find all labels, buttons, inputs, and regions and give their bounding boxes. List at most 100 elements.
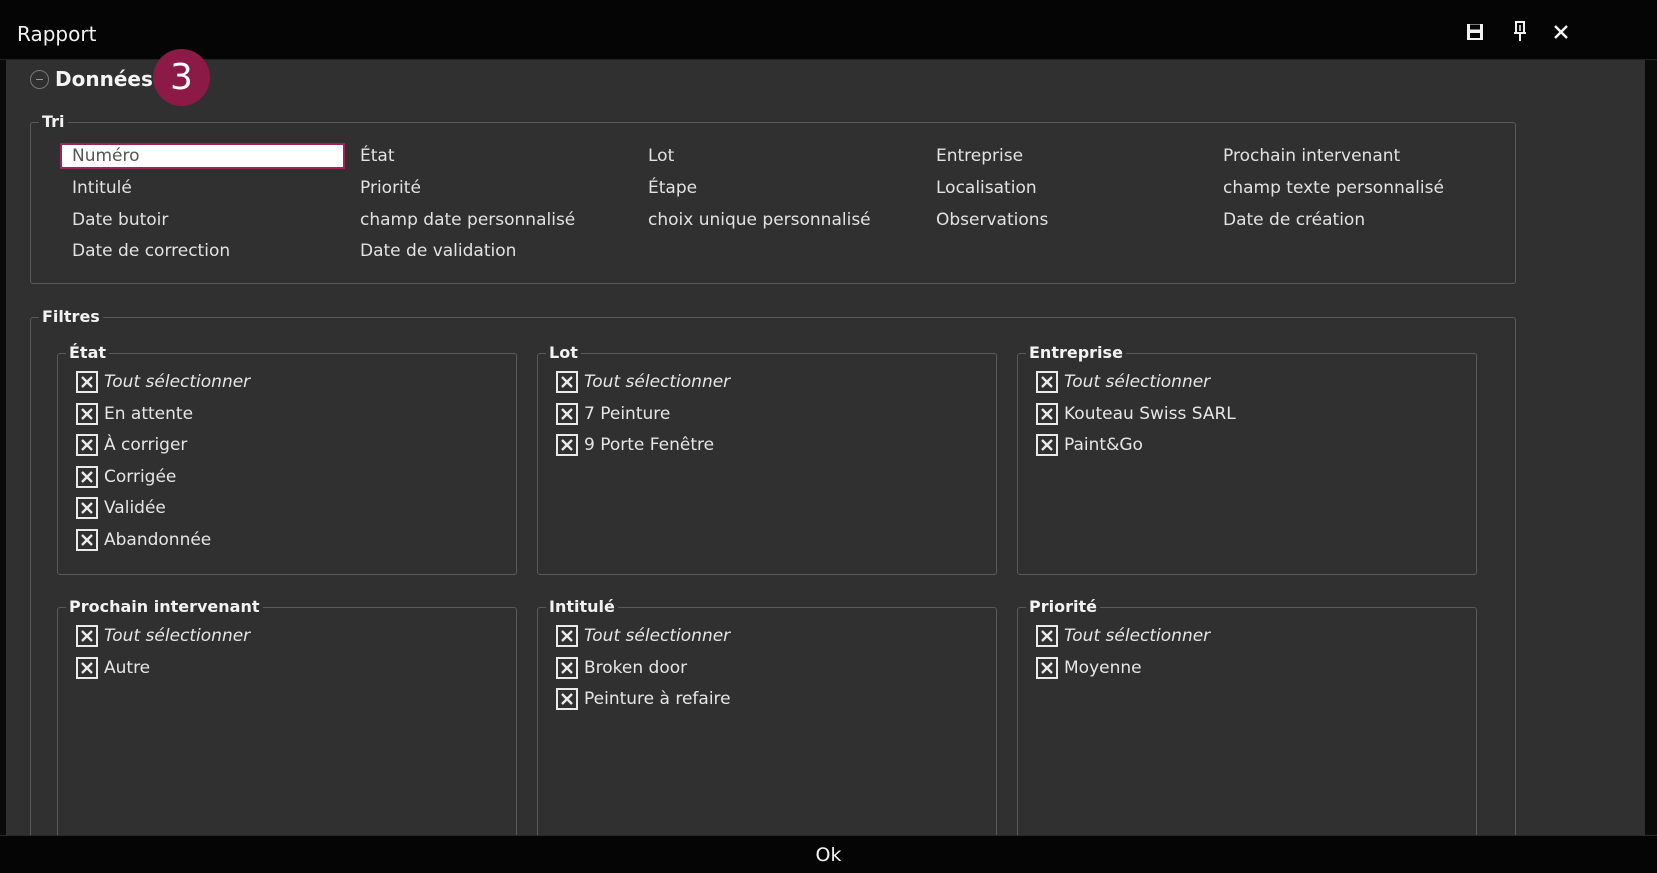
sort-option[interactable]: Observations bbox=[936, 207, 1048, 233]
sort-option[interactable]: Intitulé bbox=[72, 175, 132, 201]
filter-option-label: Tout sélectionner bbox=[1064, 626, 1211, 646]
report-window: Rapport Données 3 Tri Numéro État Lot En… bbox=[0, 0, 1657, 873]
filter-option-label: Tout sélectionner bbox=[584, 372, 731, 392]
sort-option[interactable]: champ texte personnalisé bbox=[1223, 175, 1444, 201]
checkbox[interactable] bbox=[76, 625, 98, 647]
check-x-icon bbox=[81, 534, 93, 546]
scrollbar[interactable] bbox=[1645, 60, 1657, 835]
checkbox[interactable] bbox=[556, 371, 578, 393]
checkbox[interactable] bbox=[1036, 434, 1058, 457]
section-header[interactable]: Données bbox=[30, 66, 153, 92]
filter-option-label: Autre bbox=[104, 657, 151, 678]
left-border bbox=[0, 60, 6, 835]
filter-option-label: Tout sélectionner bbox=[104, 626, 251, 646]
check-x-icon bbox=[1041, 630, 1053, 642]
filter-option[interactable]: En attente bbox=[76, 400, 193, 428]
sort-option[interactable]: champ date personnalisé bbox=[360, 207, 575, 233]
filter-group-title: Entreprise bbox=[1026, 343, 1126, 362]
collapse-icon[interactable] bbox=[30, 69, 49, 89]
sort-option[interactable]: Date de validation bbox=[360, 238, 516, 264]
filter-group-entreprise: Entreprise Tout sélectionner Kouteau Swiss… bbox=[1017, 343, 1477, 575]
save-icon[interactable] bbox=[1463, 20, 1487, 44]
sort-option[interactable]: choix unique personnalisé bbox=[648, 207, 871, 233]
step-badge: 3 bbox=[153, 49, 210, 106]
checkbox[interactable] bbox=[1036, 656, 1058, 679]
filters-legend: Filtres bbox=[39, 307, 103, 326]
filter-option[interactable]: Paint&Go bbox=[1036, 431, 1143, 459]
checkbox[interactable] bbox=[76, 465, 98, 488]
section-title: Données bbox=[55, 67, 153, 91]
checkbox[interactable] bbox=[76, 497, 98, 520]
close-icon[interactable] bbox=[1549, 20, 1573, 44]
check-x-icon bbox=[1041, 376, 1053, 388]
sort-option[interactable]: Numéro bbox=[60, 143, 345, 169]
sort-option[interactable]: Lot bbox=[648, 143, 674, 169]
filter-option-label: En attente bbox=[104, 403, 194, 424]
filter-group-lot: Lot Tout sélectionner 7 Peinture 9 Porte Fe… bbox=[537, 343, 997, 575]
filter-option[interactable]: Tout sélectionner bbox=[1036, 622, 1210, 650]
filter-group-prochain-intervenant: Prochain intervenant Tout sélectionner Aut… bbox=[57, 597, 517, 859]
checkbox[interactable] bbox=[556, 625, 578, 647]
pin-icon[interactable] bbox=[1508, 20, 1532, 44]
filter-option[interactable]: 7 Peinture bbox=[556, 400, 670, 428]
filter-option[interactable]: Peinture à refaire bbox=[556, 685, 731, 713]
check-x-icon bbox=[81, 439, 93, 452]
sort-option[interactable]: Prochain intervenant bbox=[1223, 143, 1400, 169]
filter-option[interactable]: Kouteau Swiss SARL bbox=[1036, 400, 1236, 428]
checkbox[interactable] bbox=[76, 434, 98, 457]
checkbox[interactable] bbox=[76, 371, 98, 393]
filter-group-title: Priorité bbox=[1026, 597, 1100, 616]
filter-option[interactable]: 9 Porte Fenêtre bbox=[556, 431, 714, 459]
filter-option-label: Broken door bbox=[584, 657, 688, 678]
filter-option[interactable]: Validée bbox=[76, 494, 166, 522]
filter-option-label: Tout sélectionner bbox=[104, 372, 251, 392]
checkbox[interactable] bbox=[556, 688, 578, 711]
sort-legend: Tri bbox=[39, 112, 68, 131]
check-x-icon bbox=[561, 407, 573, 420]
check-x-icon bbox=[1041, 407, 1053, 420]
filter-option[interactable]: Tout sélectionner bbox=[556, 368, 730, 396]
filter-option-label: Tout sélectionner bbox=[584, 626, 731, 646]
filter-option-label: Corrigée bbox=[104, 466, 177, 487]
check-x-icon bbox=[1041, 661, 1053, 674]
check-x-icon bbox=[561, 439, 573, 452]
checkbox[interactable] bbox=[1036, 371, 1058, 393]
ok-button[interactable]: Ok bbox=[0, 836, 1657, 873]
sort-option[interactable]: Priorité bbox=[360, 175, 421, 201]
checkbox[interactable] bbox=[76, 656, 98, 679]
filter-option-label: À corriger bbox=[104, 435, 188, 456]
sort-option[interactable]: État bbox=[360, 143, 395, 169]
filter-option[interactable]: Autre bbox=[76, 654, 150, 682]
filter-option[interactable]: Tout sélectionner bbox=[1036, 368, 1210, 396]
sort-option[interactable]: Localisation bbox=[936, 175, 1037, 201]
filter-option-label: Tout sélectionner bbox=[1064, 372, 1211, 392]
checkbox[interactable] bbox=[556, 656, 578, 679]
filter-option[interactable]: À corriger bbox=[76, 431, 187, 459]
check-x-icon bbox=[561, 376, 573, 388]
checkbox[interactable] bbox=[556, 434, 578, 457]
sort-option[interactable]: Date butoir bbox=[72, 207, 168, 233]
sort-option[interactable]: Date de correction bbox=[72, 238, 230, 264]
checkbox[interactable] bbox=[76, 529, 98, 551]
filter-option[interactable]: Corrigée bbox=[76, 463, 176, 491]
checkbox[interactable] bbox=[1036, 402, 1058, 425]
checkbox[interactable] bbox=[76, 402, 98, 425]
checkbox[interactable] bbox=[1036, 625, 1058, 647]
sort-option[interactable]: Date de création bbox=[1223, 207, 1365, 233]
filter-group-intitule: Intitulé Tout sélectionner Broken door Pein… bbox=[537, 597, 997, 859]
sort-option[interactable]: Entreprise bbox=[936, 143, 1023, 169]
filter-option-label: 7 Peinture bbox=[584, 403, 671, 424]
title-bar: Rapport bbox=[0, 0, 1657, 60]
filter-option[interactable]: Abandonnée bbox=[76, 526, 211, 554]
filter-group-priorite: Priorité Tout sélectionner Moyenne bbox=[1017, 597, 1477, 859]
checkbox[interactable] bbox=[556, 402, 578, 425]
filter-option[interactable]: Broken door bbox=[556, 654, 687, 682]
filter-option[interactable]: Tout sélectionner bbox=[76, 622, 250, 650]
footer: Ok bbox=[0, 835, 1657, 873]
filter-option-label: 9 Porte Fenêtre bbox=[584, 435, 715, 456]
filter-option[interactable]: Tout sélectionner bbox=[556, 622, 730, 650]
filter-group-title: Lot bbox=[546, 343, 581, 362]
filter-option[interactable]: Moyenne bbox=[1036, 654, 1142, 682]
sort-option[interactable]: Étape bbox=[648, 175, 697, 201]
filter-option[interactable]: Tout sélectionner bbox=[76, 368, 250, 396]
